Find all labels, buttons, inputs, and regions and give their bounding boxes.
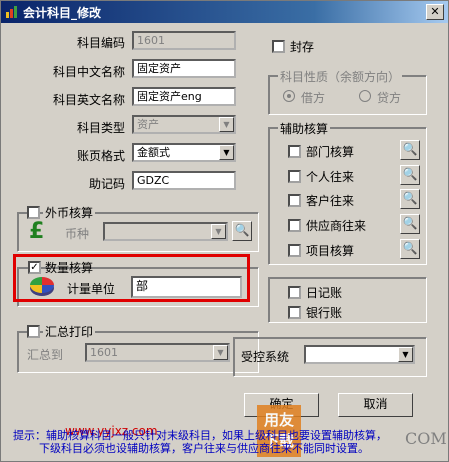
debit-label: 借方 (301, 91, 326, 105)
credit-radio[interactable] (359, 90, 371, 102)
summary-checkbox[interactable] (27, 325, 40, 338)
format-label: 账页格式 (76, 149, 125, 163)
dept-label: 部门核算 (306, 145, 355, 159)
summary-to-value: 1601 (90, 346, 118, 359)
bank-label: 银行账 (306, 306, 343, 320)
project-label: 项目核算 (306, 244, 355, 258)
summary-title: 汇总打印 (43, 323, 96, 340)
type-label: 科目类型 (76, 121, 125, 135)
cancel-button[interactable]: 取消 (338, 393, 413, 417)
dropdown-arrow-icon: ▼ (219, 117, 234, 132)
currency-select: ▼ (103, 222, 228, 241)
dialog-window: 会计科目_修改 ✕ 科目编码 1601 科目中文名称 固定资产 科目英文名称 固… (0, 0, 449, 462)
type-select: 资产 ▼ (132, 115, 236, 134)
journal-checkbox[interactable] (288, 286, 301, 299)
mnemonic-label: 助记码 (88, 177, 125, 191)
personal-checkbox[interactable] (288, 170, 301, 183)
currency-label: 币种 (65, 227, 90, 241)
supplier-checkbox[interactable] (288, 219, 301, 232)
hint-text: 提示：辅助核算科目一般只针对末级科目，如果上级科目也要设置辅助核算， 下级科目必… (13, 429, 413, 455)
title-bar: 会计科目_修改 ✕ (1, 1, 448, 23)
summary-to-select: 1601 ▼ (85, 343, 230, 362)
quantity-title: 数量核算 (45, 261, 94, 275)
dropdown-arrow-icon[interactable]: ▼ (398, 347, 413, 362)
dept-checkbox[interactable] (288, 145, 301, 158)
seal-label: 封存 (290, 40, 315, 54)
debit-radio[interactable] (283, 90, 295, 102)
dept-search-icon[interactable]: 🔍 (400, 140, 420, 160)
dropdown-arrow-icon: ▼ (211, 224, 226, 239)
personal-search-icon[interactable]: 🔍 (400, 165, 420, 185)
format-select[interactable]: 金额式 ▼ (132, 143, 236, 162)
foreign-checkbox[interactable] (27, 206, 40, 219)
close-button[interactable]: ✕ (426, 4, 444, 20)
supplier-label: 供应商往来 (306, 219, 367, 233)
code-field: 1601 (132, 31, 236, 50)
unit-field[interactable]: 部 (131, 276, 242, 298)
customer-search-icon[interactable]: 🔍 (400, 189, 420, 209)
controlled-select[interactable]: ▼ (304, 345, 415, 364)
dropdown-arrow-icon[interactable]: ▼ (219, 145, 234, 160)
personal-label: 个人往来 (306, 170, 355, 184)
credit-label: 贷方 (377, 91, 402, 105)
controlled-label: 受控系统 (241, 350, 290, 364)
project-checkbox[interactable] (288, 244, 301, 257)
app-icon (6, 6, 17, 18)
dropdown-arrow-icon: ▼ (213, 345, 228, 360)
cn-name-label: 科目中文名称 (52, 65, 125, 79)
code-label: 科目编码 (76, 36, 125, 50)
journal-label: 日记账 (306, 286, 343, 300)
mnemonic-field[interactable]: GDZC (132, 171, 236, 190)
type-value: 资产 (137, 118, 159, 131)
quantity-pie-icon (30, 277, 54, 296)
hint-line-1: 提示：辅助核算科目一般只针对末级科目，如果上级科目也要设置辅助核算， (13, 429, 387, 442)
window-title: 会计科目_修改 (23, 6, 102, 20)
nature-title: 科目性质（余额方向） (278, 68, 403, 85)
currency-search-icon: 🔍 (232, 221, 252, 241)
seal-checkbox[interactable] (272, 40, 285, 53)
customer-label: 客户往来 (306, 194, 355, 208)
project-search-icon[interactable]: 🔍 (400, 239, 420, 259)
cn-name-field[interactable]: 固定资产 (132, 59, 236, 78)
currency-icon: £ (29, 219, 45, 244)
unit-label: 计量单位 (67, 282, 116, 296)
en-name-field[interactable]: 固定资产eng (132, 87, 236, 106)
format-value: 金额式 (137, 146, 170, 159)
bank-checkbox[interactable] (288, 306, 301, 319)
summary-to-label: 汇总到 (27, 348, 64, 362)
hint-line-2: 下级科目必须也设辅助核算，客户往来与供应商往来不能同时设置。 (39, 442, 369, 455)
watermark-brand1: 用友 (263, 411, 294, 429)
en-name-label: 科目英文名称 (52, 93, 125, 107)
quantity-checkbox[interactable]: ✓ (28, 261, 41, 274)
customer-checkbox[interactable] (288, 194, 301, 207)
supplier-search-icon[interactable]: 🔍 (400, 214, 420, 234)
aux-title: 辅助核算 (278, 120, 331, 137)
